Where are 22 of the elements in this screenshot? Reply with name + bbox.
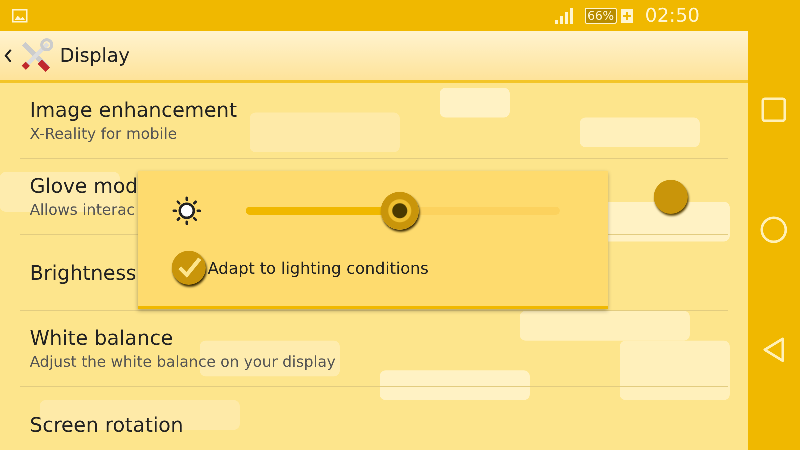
setting-title: Image enhancement — [30, 98, 238, 122]
clock: 02:50 — [645, 4, 700, 26]
battery-level: 66% — [584, 8, 618, 24]
settings-item[interactable]: Image enhancement X-Reality for mobile — [20, 83, 728, 159]
back-icon — [4, 48, 12, 62]
settings-item[interactable]: White balance Adjust the white balance on your display — [20, 311, 728, 387]
setting-summary: Allows interac — [30, 201, 136, 219]
setting-title: White balance — [30, 326, 174, 350]
settings-item[interactable]: Screen rotation — [20, 387, 728, 450]
setting-title: Brightness — [30, 260, 137, 284]
screen-title: Display — [60, 44, 130, 66]
checkbox[interactable] — [172, 251, 206, 285]
setting-title: Screen rotation — [30, 412, 184, 436]
brightness-icon — [172, 196, 202, 226]
signal-icon — [554, 8, 573, 24]
brightness-slider[interactable] — [246, 192, 560, 230]
checkbox-label: Adapt to lighting conditions — [208, 258, 429, 278]
setting-summary: X-Reality for mobile — [30, 125, 178, 143]
gallery-icon — [12, 8, 28, 22]
setting-summary: Adjust the white balance on your display — [30, 353, 336, 371]
setting-title: Glove mod — [30, 174, 138, 198]
slider-thumb[interactable] — [380, 192, 419, 230]
